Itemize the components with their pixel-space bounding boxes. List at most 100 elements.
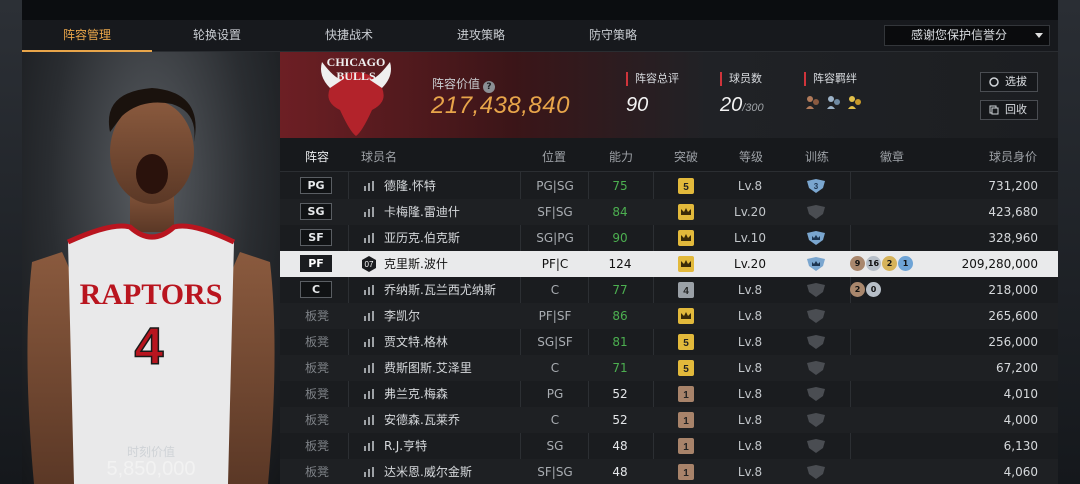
table-row[interactable]: PF 07 克里斯.波什 PF|C 124 Lv.20 9 16 2 1 209,280,000 bbox=[280, 251, 1058, 277]
breakthrough-crown-icon[interactable] bbox=[678, 204, 694, 220]
badge-count[interactable]: 1 bbox=[898, 256, 913, 271]
breakthrough-crown-icon[interactable] bbox=[678, 256, 694, 272]
player-name[interactable]: 达米恩.威尔金斯 bbox=[384, 459, 472, 484]
player-name[interactable]: 亚历克.伯克斯 bbox=[384, 225, 460, 251]
player-name[interactable]: 弗兰克.梅森 bbox=[384, 381, 448, 407]
badge-count[interactable]: 0 bbox=[866, 282, 881, 297]
player-name[interactable]: 克里斯.波什 bbox=[384, 251, 448, 277]
bench-label: 板凳 bbox=[305, 309, 330, 323]
player-name[interactable]: 德隆.怀特 bbox=[384, 173, 436, 199]
col-ability[interactable]: 能力 bbox=[609, 148, 633, 165]
training-shield-icon[interactable] bbox=[806, 309, 826, 323]
player-price: 328,960 bbox=[988, 231, 1038, 245]
stats-bars-icon[interactable] bbox=[363, 415, 375, 425]
breakthrough-level-icon[interactable]: 5 bbox=[678, 360, 694, 376]
table-row[interactable]: 板凳 弗兰克.梅森 PG 52 1 Lv.8 4,010 bbox=[280, 381, 1058, 407]
training-shield-icon[interactable] bbox=[806, 335, 826, 349]
stats-bars-icon[interactable] bbox=[363, 389, 375, 399]
table-row[interactable]: 板凳 R.J.亨特 SG 48 1 Lv.8 6,130 bbox=[280, 433, 1058, 459]
table-row[interactable]: 板凳 达米恩.威尔金斯 SF|SG 48 1 Lv.8 4,060 bbox=[280, 459, 1058, 484]
position-slot-badge[interactable]: PF bbox=[300, 255, 332, 272]
col-position[interactable]: 位置 bbox=[542, 148, 566, 165]
col-level[interactable]: 等级 bbox=[739, 148, 763, 165]
position-slot-badge[interactable]: SF bbox=[300, 229, 332, 246]
position-slot-badge[interactable]: C bbox=[300, 281, 332, 298]
bond-silver-icon[interactable] bbox=[825, 94, 843, 110]
tab-quick-tactics[interactable]: 快捷战术 bbox=[284, 20, 414, 52]
position-slot-badge[interactable]: SG bbox=[300, 203, 332, 220]
stats-bars-icon[interactable] bbox=[363, 233, 375, 243]
training-shield-icon[interactable] bbox=[806, 361, 826, 375]
position-slot-badge[interactable]: PG bbox=[300, 177, 332, 194]
player-name[interactable]: 费斯图斯.艾泽里 bbox=[384, 355, 472, 381]
col-badge[interactable]: 徽章 bbox=[880, 148, 904, 165]
bench-label: 板凳 bbox=[305, 361, 330, 375]
table-row[interactable]: 板凳 贾文特.格林 SG|SF 81 5 Lv.8 256,000 bbox=[280, 329, 1058, 355]
stats-bars-icon[interactable] bbox=[363, 363, 375, 373]
table-row[interactable]: SG 卡梅隆.雷迪什 SF|SG 84 Lv.20 423,680 bbox=[280, 199, 1058, 225]
player-position: C bbox=[550, 361, 560, 375]
stats-bars-icon[interactable] bbox=[363, 181, 375, 191]
stats-bars-icon[interactable] bbox=[363, 467, 375, 477]
player-name[interactable]: 李凯尔 bbox=[384, 303, 420, 329]
training-shield-icon[interactable] bbox=[806, 387, 826, 401]
training-shield-icon[interactable] bbox=[806, 231, 826, 245]
table-row[interactable]: PG 德隆.怀特 PG|SG 75 5 Lv.8 3 731,200 bbox=[280, 173, 1058, 199]
lineup-value-label: 阵容价值? bbox=[432, 75, 496, 93]
breakthrough-level-icon[interactable]: 1 bbox=[678, 412, 694, 428]
breakthrough-level-icon[interactable]: 1 bbox=[678, 464, 694, 480]
col-breakthrough[interactable]: 突破 bbox=[674, 148, 698, 165]
breakthrough-level-icon[interactable]: 1 bbox=[678, 386, 694, 402]
training-shield-icon[interactable] bbox=[806, 413, 826, 427]
breakthrough-level-icon[interactable]: 5 bbox=[678, 334, 694, 350]
player-ability: 84 bbox=[612, 205, 628, 219]
player-name[interactable]: 乔纳斯.瓦兰西尤纳斯 bbox=[384, 277, 496, 303]
recycle-button[interactable]: 回收 bbox=[980, 100, 1038, 120]
stats-bars-icon[interactable] bbox=[363, 337, 375, 347]
col-price[interactable]: 球员身价 bbox=[989, 148, 1037, 165]
player-ability: 48 bbox=[612, 465, 628, 479]
player-ability: 90 bbox=[612, 231, 628, 245]
player-name[interactable]: 安德森.瓦莱乔 bbox=[384, 407, 460, 433]
bond-bronze-icon[interactable] bbox=[804, 94, 822, 110]
badge-count[interactable]: 9 bbox=[850, 256, 865, 271]
tab-offense-strategy[interactable]: 进攻策略 bbox=[416, 20, 546, 52]
col-name[interactable]: 球员名 bbox=[361, 148, 397, 165]
player-name[interactable]: 卡梅隆.雷迪什 bbox=[384, 199, 460, 225]
tab-defense-strategy[interactable]: 防守策略 bbox=[548, 20, 678, 52]
bond-gold-icon[interactable] bbox=[846, 94, 864, 110]
breakthrough-level-icon[interactable]: 5 bbox=[678, 178, 694, 194]
training-shield-icon[interactable] bbox=[806, 205, 826, 219]
stats-bars-icon[interactable] bbox=[363, 311, 375, 321]
training-shield-icon[interactable] bbox=[806, 257, 826, 271]
player-card[interactable]: RAPTORS 4 时刻价值 5,850,000 bbox=[22, 52, 280, 484]
stats-bars-icon[interactable] bbox=[363, 441, 375, 451]
badge-count[interactable]: 16 bbox=[866, 256, 881, 271]
training-shield-icon[interactable] bbox=[806, 283, 826, 297]
reputation-dropdown[interactable]: 感谢您保护信誉分 bbox=[884, 25, 1050, 46]
table-row[interactable]: 板凳 安德森.瓦莱乔 C 52 1 Lv.8 4,000 bbox=[280, 407, 1058, 433]
col-training[interactable]: 训练 bbox=[805, 148, 829, 165]
col-lineup[interactable]: 阵容 bbox=[305, 148, 329, 165]
stats-bars-icon[interactable] bbox=[363, 207, 375, 217]
badge-count[interactable]: 2 bbox=[882, 256, 897, 271]
breakthrough-level-icon[interactable]: 1 bbox=[678, 438, 694, 454]
player-price: 209,280,000 bbox=[961, 257, 1038, 271]
table-row[interactable]: SF 亚历克.伯克斯 SG|PG 90 Lv.10 328,960 bbox=[280, 225, 1058, 251]
player-name[interactable]: 贾文特.格林 bbox=[384, 329, 448, 355]
player-name[interactable]: R.J.亨特 bbox=[384, 433, 427, 459]
table-row[interactable]: 板凳 费斯图斯.艾泽里 C 71 5 Lv.8 67,200 bbox=[280, 355, 1058, 381]
stats-bars-icon[interactable] bbox=[363, 285, 375, 295]
training-shield-icon[interactable] bbox=[806, 465, 826, 479]
table-row[interactable]: 板凳 李凯尔 PF|SF 86 Lv.8 265,600 bbox=[280, 303, 1058, 329]
tab-lineup-management[interactable]: 阵容管理 bbox=[22, 20, 152, 52]
training-shield-icon[interactable] bbox=[806, 439, 826, 453]
select-button[interactable]: 选拔 bbox=[980, 72, 1038, 92]
table-row[interactable]: C 乔纳斯.瓦兰西尤纳斯 C 77 4 Lv.8 2 0 218,000 bbox=[280, 277, 1058, 303]
breakthrough-level-icon[interactable]: 4 bbox=[678, 282, 694, 298]
breakthrough-crown-icon[interactable] bbox=[678, 308, 694, 324]
training-shield-icon[interactable]: 3 bbox=[806, 179, 826, 193]
breakthrough-crown-icon[interactable] bbox=[678, 230, 694, 246]
badge-count[interactable]: 2 bbox=[850, 282, 865, 297]
tab-rotation-settings[interactable]: 轮换设置 bbox=[152, 20, 282, 52]
